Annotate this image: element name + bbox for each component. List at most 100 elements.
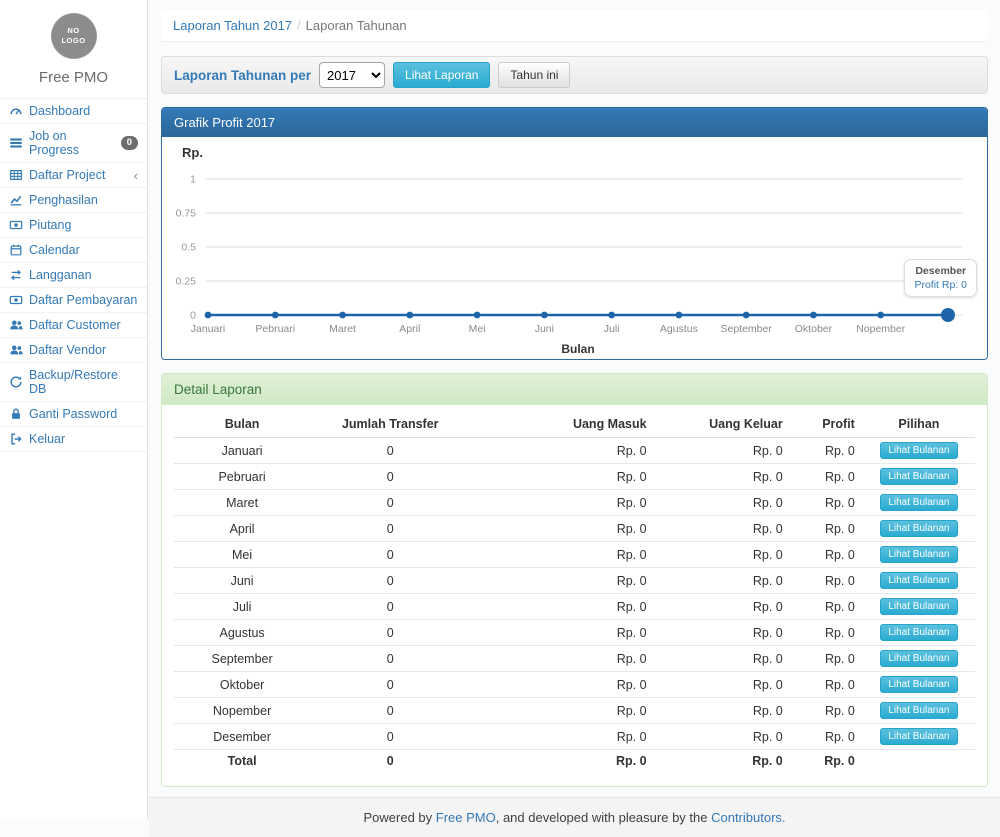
sidebar-item-label: Calendar — [29, 243, 80, 257]
svg-text:Juni: Juni — [535, 323, 554, 335]
table-cell: Rp. 0 — [470, 568, 654, 594]
table-cell: 0 — [310, 464, 470, 490]
sidebar-item-job-on-progress[interactable]: Job on Progress0 — [0, 124, 147, 163]
contributors-link[interactable]: Contributors. — [711, 810, 785, 825]
sidebar-item-label: Dashboard — [29, 104, 90, 118]
main-area: Laporan Tahun 2017/Laporan Tahunan Lapor… — [149, 0, 1000, 819]
table-cell: 0 — [310, 516, 470, 542]
year-filter-bar: Laporan Tahunan per 2017 Lihat Laporan T… — [161, 56, 988, 94]
table-row: Desember0Rp. 0Rp. 0Rp. 0Lihat Bulanan — [174, 724, 975, 750]
users-icon — [9, 318, 23, 332]
lihat-bulanan-button[interactable]: Lihat Bulanan — [880, 442, 957, 459]
table-cell: 0 — [310, 568, 470, 594]
table-cell: 0 — [310, 438, 470, 464]
users-icon — [9, 343, 23, 357]
table-cell: Pebruari — [174, 464, 310, 490]
sidebar-item-label: Keluar — [29, 432, 65, 446]
table-cell: Rp. 0 — [791, 672, 863, 698]
exchange-icon — [9, 268, 23, 282]
lihat-bulanan-button[interactable]: Lihat Bulanan — [880, 650, 957, 667]
sidebar-item-daftar-customer[interactable]: Daftar Customer — [0, 313, 147, 338]
lihat-bulanan-button[interactable]: Lihat Bulanan — [880, 520, 957, 537]
detail-laporan-panel: Detail Laporan BulanJumlah TransferUang … — [161, 373, 988, 787]
lihat-bulanan-button[interactable]: Lihat Bulanan — [880, 494, 957, 511]
sidebar-item-label: Backup/Restore DB — [29, 368, 138, 396]
app-logo: NO LOGO — [52, 14, 96, 58]
svg-text:Pebruari: Pebruari — [255, 323, 295, 335]
col-header-profit: Profit — [791, 411, 863, 438]
lihat-bulanan-button[interactable]: Lihat Bulanan — [880, 624, 957, 641]
table-row: Maret0Rp. 0Rp. 0Rp. 0Lihat Bulanan — [174, 490, 975, 516]
sidebar-item-penghasilan[interactable]: Penghasilan — [0, 188, 147, 213]
table-cell: Rp. 0 — [791, 698, 863, 724]
lihat-laporan-button[interactable]: Lihat Laporan — [393, 62, 490, 88]
table-cell: Rp. 0 — [791, 490, 863, 516]
profit-line-chart[interactable]: 00.250.50.751JanuariPebruariMaretAprilMe… — [174, 143, 974, 357]
sidebar-item-ganti-password[interactable]: Ganti Password — [0, 402, 147, 427]
lihat-bulanan-button[interactable]: Lihat Bulanan — [880, 728, 957, 745]
detail-panel-body: BulanJumlah TransferUang MasukUang Kelua… — [162, 405, 987, 786]
sidebar-item-dashboard[interactable]: Dashboard — [0, 99, 147, 124]
col-header-bulan: Bulan — [174, 411, 310, 438]
lihat-bulanan-button[interactable]: Lihat Bulanan — [880, 676, 957, 693]
sidebar-item-langganan[interactable]: Langganan — [0, 263, 147, 288]
table-cell: 0 — [310, 490, 470, 516]
sidebar-item-daftar-pembayaran[interactable]: Daftar Pembayaran — [0, 288, 147, 313]
sign-out-icon — [9, 432, 23, 446]
table-cell: Desember — [174, 724, 310, 750]
table-cell: Mei — [174, 542, 310, 568]
sidebar-item-label: Daftar Vendor — [29, 343, 106, 357]
lihat-bulanan-button[interactable]: Lihat Bulanan — [880, 598, 957, 615]
lihat-bulanan-button[interactable]: Lihat Bulanan — [880, 546, 957, 563]
svg-text:Maret: Maret — [329, 323, 356, 335]
total-cell: Rp. 0 — [470, 750, 654, 773]
tasks-icon — [9, 136, 23, 150]
table-cell: Rp. 0 — [791, 464, 863, 490]
svg-text:Januari: Januari — [191, 323, 225, 335]
footer-text-prefix: Powered by — [363, 810, 435, 825]
sidebar: NO LOGO Free PMO Dashboard Job on Progres… — [0, 0, 148, 819]
svg-text:Oktober: Oktober — [795, 323, 833, 335]
sidebar-item-daftar-vendor[interactable]: Daftar Vendor — [0, 338, 147, 363]
svg-text:Bulan: Bulan — [561, 342, 594, 356]
table-cell: Rp. 0 — [791, 516, 863, 542]
sidebar-item-label: Job on Progress — [29, 129, 115, 157]
detail-panel-title: Detail Laporan — [162, 374, 987, 405]
footer-text-middle: , and developed with pleasure by the — [496, 810, 711, 825]
table-row: Juni0Rp. 0Rp. 0Rp. 0Lihat Bulanan — [174, 568, 975, 594]
table-cell: Rp. 0 — [655, 464, 791, 490]
footer: Powered by Free PMO, and developed with … — [149, 797, 1000, 837]
table-cell: 0 — [310, 646, 470, 672]
sidebar-item-label: Penghasilan — [29, 193, 98, 207]
table-row: Nopember0Rp. 0Rp. 0Rp. 0Lihat Bulanan — [174, 698, 975, 724]
table-row: Mei0Rp. 0Rp. 0Rp. 0Lihat Bulanan — [174, 542, 975, 568]
money-icon — [9, 293, 23, 307]
sidebar-item-piutang[interactable]: Piutang — [0, 213, 147, 238]
sidebar-item-calendar[interactable]: Calendar — [0, 238, 147, 263]
table-row: Oktober0Rp. 0Rp. 0Rp. 0Lihat Bulanan — [174, 672, 975, 698]
table-cell: Rp. 0 — [470, 620, 654, 646]
table-cell: Nopember — [174, 698, 310, 724]
sidebar-item-daftar-project[interactable]: Daftar Project‹ — [0, 163, 147, 188]
tahun-ini-button[interactable]: Tahun ini — [498, 62, 570, 88]
sidebar-item-keluar[interactable]: Keluar — [0, 427, 147, 452]
table-cell: Juni — [174, 568, 310, 594]
total-row: Total0Rp. 0Rp. 0Rp. 0 — [174, 750, 975, 773]
table-cell: Agustus — [174, 620, 310, 646]
profit-chart-panel: Grafik Profit 2017 Rp. 00.250.50.751Janu… — [161, 107, 988, 360]
sidebar-item-backup-restore-db[interactable]: Backup/Restore DB — [0, 363, 147, 402]
table-cell: April — [174, 516, 310, 542]
chart-panel-body: Rp. 00.250.50.751JanuariPebruariMaretApr… — [162, 137, 987, 359]
free-pmo-link[interactable]: Free PMO — [436, 810, 496, 825]
svg-text:1: 1 — [190, 174, 196, 186]
lihat-bulanan-button[interactable]: Lihat Bulanan — [880, 468, 957, 485]
year-select[interactable]: 2017 — [319, 62, 385, 88]
lihat-bulanan-button[interactable]: Lihat Bulanan — [880, 572, 957, 589]
table-cell: Rp. 0 — [791, 620, 863, 646]
breadcrumb-current: Laporan Tahunan — [306, 18, 407, 33]
svg-text:Juli: Juli — [604, 323, 620, 335]
lihat-bulanan-button[interactable]: Lihat Bulanan — [880, 702, 957, 719]
logo-area: NO LOGO Free PMO — [0, 0, 147, 98]
col-header-jumlah-transfer: Jumlah Transfer — [310, 411, 470, 438]
breadcrumb-link-laporan-tahun[interactable]: Laporan Tahun 2017 — [173, 18, 292, 33]
